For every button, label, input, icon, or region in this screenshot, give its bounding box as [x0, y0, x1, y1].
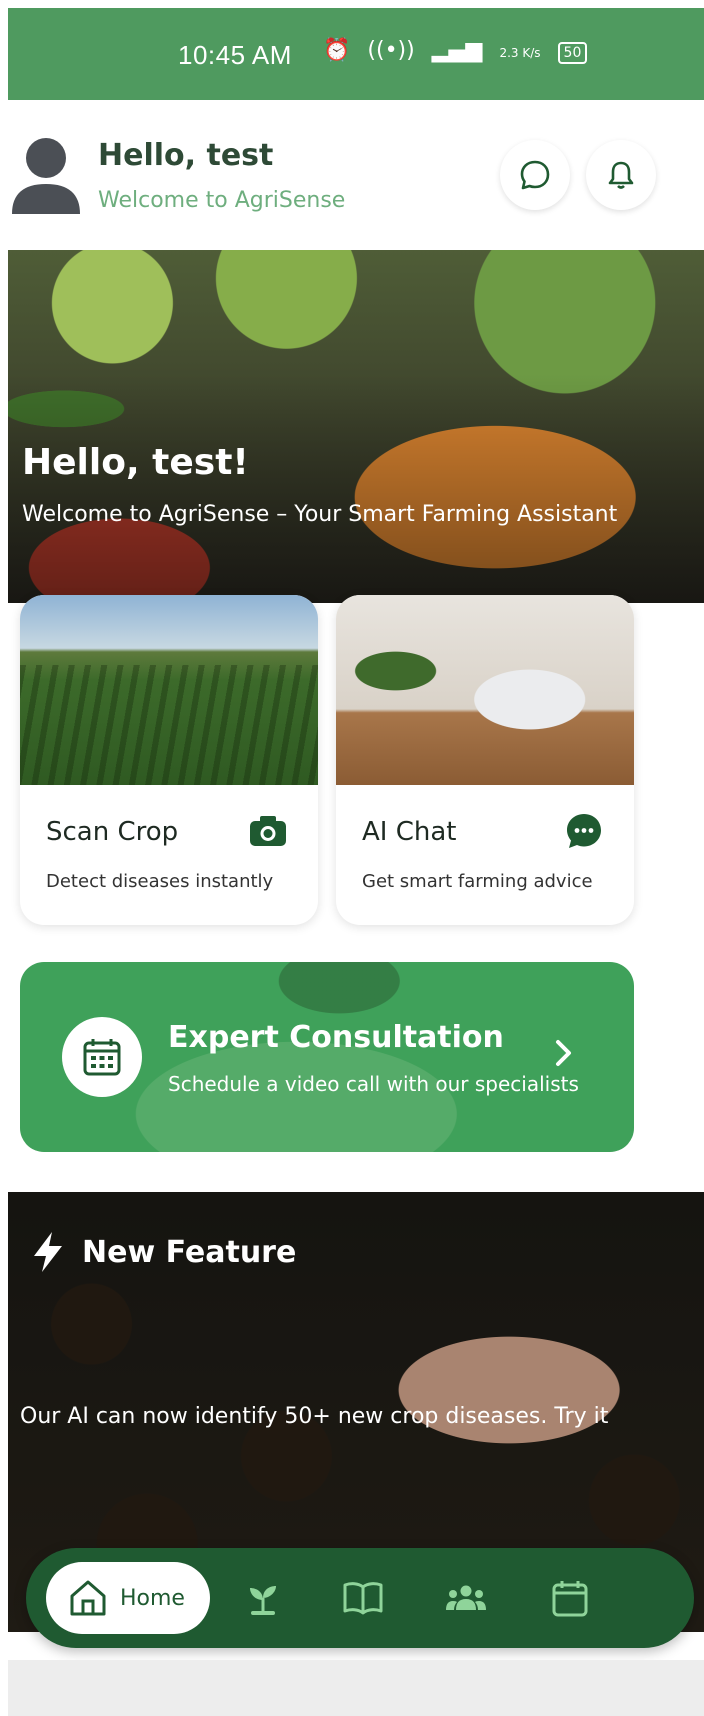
nav-library[interactable] [341, 1576, 385, 1620]
hero-overlay [8, 250, 704, 603]
hero-subtitle: Welcome to AgriSense – Your Smart Farmin… [22, 502, 618, 527]
sprout-icon [250, 1586, 276, 1615]
scan-crop-card[interactable]: Scan Crop Detect diseases instantly [20, 595, 318, 925]
consultation-title: Expert Consultation [168, 1020, 504, 1055]
chat-bubble-icon [520, 160, 550, 190]
feature-text: Our AI can now identify 50+ new crop dis… [20, 1404, 609, 1429]
app-screen: Hello, test Welcome to AgriSense Hello, … [8, 100, 704, 1716]
feature-header: New Feature [30, 1230, 296, 1274]
expert-consultation-banner[interactable]: Expert Consultation Schedule a video cal… [20, 962, 634, 1152]
network-speed: 2.3 K/s [499, 46, 541, 60]
lightning-icon [34, 1232, 62, 1272]
nav-home[interactable]: Home [46, 1562, 210, 1634]
crop-field-image [20, 595, 318, 785]
hero-banner: Hello, test! Welcome to AgriSense – Your… [8, 250, 704, 603]
avatar[interactable] [10, 136, 82, 216]
calendar-icon [552, 1581, 588, 1617]
signal-icon: ▂▄▆ [431, 38, 483, 63]
ai-chat-card[interactable]: AI Chat Get smart farming advice [336, 595, 634, 925]
nav-crops[interactable] [241, 1576, 285, 1620]
book-icon [343, 1582, 383, 1615]
status-time: 10:45 AM [178, 40, 292, 70]
community-icon [446, 1585, 486, 1610]
status-icons: ⏰ ((•)) ▂▄▆ 2.3 K/s 50 [323, 38, 597, 64]
greeting: Hello, test [98, 138, 274, 173]
nav-home-label: Home [120, 1585, 185, 1611]
chat-bubble-icon [564, 811, 604, 851]
card-title: Scan Crop [46, 817, 179, 847]
card-description: Detect diseases instantly [46, 871, 274, 892]
alarm-icon: ⏰ [323, 38, 351, 63]
top-bar: Hello, test Welcome to AgriSense [8, 100, 704, 250]
user-avatar-icon [12, 138, 80, 214]
bottom-nav: Home [26, 1548, 694, 1648]
nav-appointments[interactable] [548, 1576, 592, 1620]
greeting-subtitle: Welcome to AgriSense [98, 188, 346, 213]
consultation-subtitle: Schedule a video call with our specialis… [168, 1072, 579, 1096]
home-icon [70, 1580, 106, 1616]
bell-icon [608, 161, 634, 189]
battery-icon: 50 [557, 42, 588, 64]
feature-title: New Feature [82, 1234, 297, 1270]
hotspot-icon: ((•)) [367, 38, 415, 63]
calendar-icon-circle [62, 1017, 142, 1097]
hero-title: Hello, test! [22, 442, 249, 483]
card-description: Get smart farming advice [362, 871, 593, 892]
card-title: AI Chat [362, 817, 457, 847]
system-nav-area [8, 1660, 704, 1716]
workspace-image [336, 595, 634, 785]
notifications-button[interactable] [586, 140, 656, 210]
calendar-icon [83, 1039, 121, 1076]
status-bar: 10:45 AM ⏰ ((•)) ▂▄▆ 2.3 K/s 50 [8, 8, 704, 100]
chevron-right-icon [552, 1037, 576, 1073]
nav-community[interactable] [444, 1576, 488, 1620]
camera-icon [248, 811, 288, 851]
messages-button[interactable] [500, 140, 570, 210]
